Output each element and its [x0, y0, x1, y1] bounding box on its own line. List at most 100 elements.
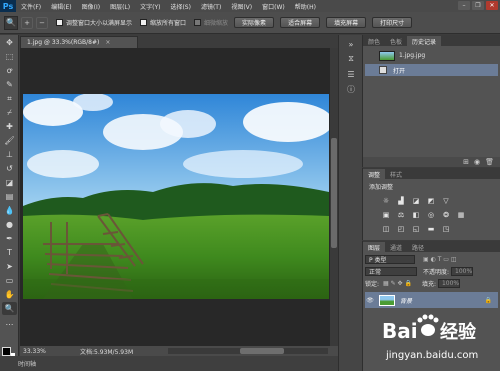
healing-tool-icon[interactable]: ✚: [2, 120, 17, 133]
brush-tool-icon[interactable]: 🖌: [2, 134, 17, 147]
tab-adjustments[interactable]: 调整: [363, 169, 386, 179]
lasso-tool-icon[interactable]: ꝍ: [2, 64, 17, 77]
zoom-tool-preset-icon[interactable]: 🔍: [4, 15, 18, 30]
layer-kind-filter[interactable]: P 类型: [365, 254, 415, 264]
path-select-tool-icon[interactable]: ➤: [2, 260, 17, 273]
document-info[interactable]: 文档:5.93M/5.93M: [50, 347, 160, 356]
channelmixer-icon[interactable]: ❂: [441, 210, 451, 219]
horizontal-scrollbar[interactable]: [168, 348, 328, 354]
new-document-from-state-icon[interactable]: ⊞: [463, 158, 469, 166]
zoom-in-icon[interactable]: +: [21, 16, 33, 29]
history-snapshot[interactable]: 1.jpg.jpg: [365, 49, 498, 62]
restore-icon[interactable]: ❐: [472, 1, 484, 10]
print-size-button[interactable]: 打印尺寸: [372, 17, 413, 28]
blur-tool-icon[interactable]: 💧: [2, 204, 17, 217]
stamp-tool-icon[interactable]: ⊥: [2, 148, 17, 161]
foreground-color-swatch[interactable]: [2, 347, 11, 356]
blend-mode-select[interactable]: 正常: [365, 266, 417, 276]
shape-tool-icon[interactable]: ▭: [2, 274, 17, 287]
layer-row-background[interactable]: 👁 背景 🔒: [365, 292, 498, 308]
tab-close-icon[interactable]: ×: [105, 39, 110, 46]
menu-type[interactable]: 文字(Y): [135, 2, 165, 11]
layers-panel: 图层 通道 路径 P 类型 ▣ ◐ T ▭ ◫ 正常 不透明度: 100% 锁定…: [362, 241, 500, 371]
gradientmap-icon[interactable]: ▬: [426, 224, 436, 233]
history-icon[interactable]: ⧖: [344, 53, 358, 65]
menu-window[interactable]: 窗口(W): [257, 2, 290, 11]
info-icon[interactable]: ⓘ: [344, 83, 358, 95]
gradient-tool-icon[interactable]: ▤: [2, 190, 17, 203]
lock-icons[interactable]: ▦ ✎ ✥ 🔒: [383, 280, 412, 287]
filter-icons[interactable]: ▣ ◐ T ▭ ◫: [423, 256, 457, 263]
tab-color[interactable]: 颜色: [363, 36, 385, 46]
dodge-tool-icon[interactable]: ●: [2, 218, 17, 231]
more-tools-icon[interactable]: …: [2, 316, 17, 329]
zoom-level[interactable]: 33.33%: [20, 348, 50, 355]
fill-input[interactable]: 100%: [437, 278, 460, 288]
menu-image[interactable]: 图像(I): [77, 2, 105, 11]
posterize-icon[interactable]: ◰: [396, 224, 406, 233]
threshold-icon[interactable]: ◱: [411, 224, 421, 233]
menu-file[interactable]: 文件(F): [16, 2, 46, 11]
photofilter-icon[interactable]: ◎: [426, 210, 436, 219]
type-tool-icon[interactable]: T: [2, 246, 17, 259]
zoom-tool-icon[interactable]: 🔍: [2, 302, 17, 315]
brightness-icon[interactable]: ☼: [381, 196, 391, 205]
eyedropper-tool-icon[interactable]: ⌿: [2, 106, 17, 119]
tab-swatches[interactable]: 色板: [385, 36, 407, 46]
move-tool-icon[interactable]: ✥: [2, 36, 17, 49]
hand-tool-icon[interactable]: ✋: [2, 288, 17, 301]
colorbalance-icon[interactable]: ⚖: [396, 210, 406, 219]
trash-icon[interactable]: 🗑: [485, 158, 494, 166]
scrubby-zoom-checkbox[interactable]: 细微缩放: [194, 18, 228, 27]
tab-history[interactable]: 历史记录: [407, 36, 442, 46]
pen-tool-icon[interactable]: ✒: [2, 232, 17, 245]
eye-icon[interactable]: 👁: [365, 297, 375, 304]
tab-layers[interactable]: 图层: [363, 242, 386, 252]
menu-select[interactable]: 选择(S): [165, 2, 196, 11]
history-brush-tool-icon[interactable]: ↺: [2, 162, 17, 175]
panel-icon-strip: » ⧖ ☰ ⓘ: [338, 35, 362, 371]
crop-tool-icon[interactable]: ⌗: [2, 92, 17, 105]
zoom-all-windows-checkbox[interactable]: 缩放所有窗口: [140, 18, 186, 27]
menu-edit[interactable]: 编辑(E): [46, 2, 76, 11]
close-icon[interactable]: ✕: [486, 1, 498, 10]
collapse-icon[interactable]: »: [344, 38, 358, 50]
tab-styles[interactable]: 样式: [385, 169, 407, 179]
resize-windows-checkbox[interactable]: 调整窗口大小以满屏显示: [56, 18, 132, 27]
curves-icon[interactable]: ◪: [411, 196, 421, 205]
history-step[interactable]: 打开: [365, 64, 498, 76]
actual-pixels-button[interactable]: 实际像素: [234, 17, 275, 28]
properties-icon[interactable]: ☰: [344, 68, 358, 80]
hue-icon[interactable]: ▣: [381, 210, 391, 219]
scroll-thumb[interactable]: [240, 348, 284, 354]
invert-icon[interactable]: ◫: [381, 224, 391, 233]
eraser-tool-icon[interactable]: ◪: [2, 176, 17, 189]
vertical-scrollbar[interactable]: [330, 48, 338, 346]
levels-icon[interactable]: ▟: [396, 196, 406, 205]
camera-icon[interactable]: ◉: [474, 158, 480, 166]
minimize-icon[interactable]: –: [458, 1, 470, 10]
layer-name[interactable]: 背景: [400, 296, 412, 305]
fit-screen-button[interactable]: 适合屏幕: [280, 17, 321, 28]
colorlookup-icon[interactable]: ▦: [456, 210, 466, 219]
photoshop-window: Ps 文件(F) 编辑(E) 图像(I) 图层(L) 文字(Y) 选择(S) 滤…: [0, 0, 500, 371]
scroll-thumb[interactable]: [331, 138, 337, 248]
selectivecolor-icon[interactable]: ◳: [441, 224, 451, 233]
canvas-area[interactable]: [20, 48, 330, 346]
vibrance-icon[interactable]: ▽: [441, 196, 451, 205]
menu-filter[interactable]: 滤镜(T): [196, 2, 226, 11]
zoom-out-icon[interactable]: −: [36, 16, 48, 29]
exposure-icon[interactable]: ◩: [426, 196, 436, 205]
tab-paths[interactable]: 路径: [407, 242, 429, 252]
fill-screen-button[interactable]: 填充屏幕: [326, 17, 367, 28]
timeline-label[interactable]: 时间轴: [18, 359, 36, 368]
tab-channels[interactable]: 通道: [385, 242, 407, 252]
menu-help[interactable]: 帮助(H): [290, 2, 321, 11]
menu-view[interactable]: 视图(V): [226, 2, 257, 11]
quick-select-tool-icon[interactable]: ✎: [2, 78, 17, 91]
opacity-input[interactable]: 100%: [451, 266, 474, 276]
marquee-tool-icon[interactable]: ⬚: [2, 50, 17, 63]
bw-icon[interactable]: ◧: [411, 210, 421, 219]
menu-layer[interactable]: 图层(L): [105, 2, 135, 11]
document-tab[interactable]: 1.jpg @ 33.3%(RGB/8#) ×: [20, 36, 138, 48]
